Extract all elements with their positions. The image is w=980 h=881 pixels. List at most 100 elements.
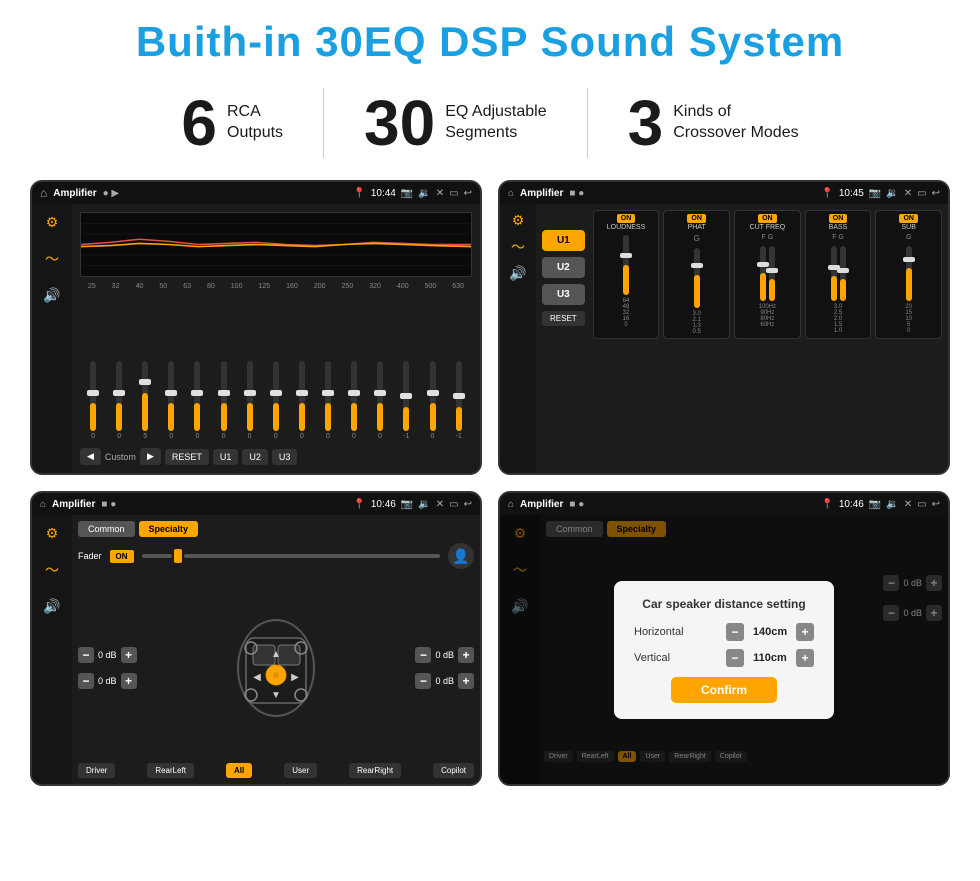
dialog-horizontal-val: 140cm bbox=[750, 626, 790, 638]
eq-slider-3[interactable]: 5 bbox=[142, 361, 148, 440]
status-right-3: 📍 10:46 📷 🔉 ✕ ▭ ↩ bbox=[353, 499, 472, 510]
left-top-minus[interactable]: − bbox=[78, 647, 94, 663]
ch-vals-sub: 20151050 bbox=[905, 304, 912, 334]
eq-slider-10[interactable]: 0 bbox=[325, 361, 331, 440]
back-icon-2: ↩ bbox=[932, 188, 940, 199]
eq-slider-5[interactable]: 0 bbox=[194, 361, 200, 440]
home-icon-1: ⌂ bbox=[40, 186, 47, 200]
tab-specialty-s3[interactable]: Specialty bbox=[139, 521, 199, 537]
ch-slider-cutfreq-f[interactable] bbox=[760, 246, 766, 301]
screen-eq: ⌂ Amplifier ● ▶ 📍 10:44 📷 🔉 ✕ ▭ ↩ ⚙ 〜 🔊 bbox=[30, 180, 482, 475]
eq-slider-7[interactable]: 0 bbox=[247, 361, 253, 440]
left-top-plus[interactable]: + bbox=[121, 647, 137, 663]
dialog-horizontal-ctrl: − 140cm + bbox=[726, 623, 814, 641]
eq-prev-btn[interactable]: ◀ bbox=[80, 448, 101, 465]
speaker-controls-grid: − 0 dB + − 0 dB + bbox=[78, 577, 474, 759]
cam-icon-1: 📷 bbox=[401, 188, 413, 199]
ch-vals-bass: 3.02.52.01.51.0 bbox=[834, 304, 842, 334]
rearright-btn[interactable]: RearRight bbox=[349, 763, 401, 778]
u2-btn[interactable]: U2 bbox=[542, 257, 585, 278]
eq-sidebar-icon[interactable]: ⚙ bbox=[46, 214, 59, 231]
home-icon-4: ⌂ bbox=[508, 499, 514, 510]
eq-slider-6[interactable]: 0 bbox=[221, 361, 227, 440]
screen2-right: U1 U2 U3 RESET ON LOUDNESS bbox=[536, 204, 948, 473]
wave-icon-s3[interactable]: 〜 bbox=[45, 560, 59, 580]
u1-btn[interactable]: U1 bbox=[542, 230, 585, 251]
dialog-horizontal-plus[interactable]: + bbox=[796, 623, 814, 641]
eq-u1-btn[interactable]: U1 bbox=[213, 449, 239, 465]
status-right-2: 📍 10:45 📷 🔉 ✕ ▭ ↩ bbox=[821, 188, 940, 199]
eq-next-btn[interactable]: ▶ bbox=[140, 448, 161, 465]
eq-u3-btn[interactable]: U3 bbox=[272, 449, 298, 465]
user-avatar: 👤 bbox=[448, 543, 474, 569]
right-bottom-minus[interactable]: − bbox=[415, 673, 431, 689]
vol-icon-s3[interactable]: 🔊 bbox=[43, 598, 60, 615]
left-bottom-val: 0 dB bbox=[98, 676, 117, 686]
dialog-box: Car speaker distance setting Horizontal … bbox=[614, 581, 834, 719]
cam-icon-2: 📷 bbox=[869, 188, 881, 199]
dialog-horizontal-minus[interactable]: − bbox=[726, 623, 744, 641]
stat-crossover: 3 Kinds ofCrossover Modes bbox=[588, 91, 839, 155]
ch-on-cutfreq: ON bbox=[758, 214, 777, 223]
wave-icon-s2[interactable]: 〜 bbox=[511, 237, 525, 257]
left-bottom-minus[interactable]: − bbox=[78, 673, 94, 689]
all-btn[interactable]: All bbox=[226, 763, 252, 778]
x-icon-4: ✕ bbox=[904, 499, 912, 510]
eq-slider-9[interactable]: 0 bbox=[299, 361, 305, 440]
copilot-btn[interactable]: Copilot bbox=[433, 763, 474, 778]
eq-slider-11[interactable]: 0 bbox=[351, 361, 357, 440]
eq-reset-btn[interactable]: RESET bbox=[165, 449, 209, 465]
eq-slider-4[interactable]: 0 bbox=[168, 361, 174, 440]
ch-slider-phat[interactable] bbox=[694, 248, 700, 308]
home-icon-2: ⌂ bbox=[508, 188, 514, 199]
ch-slider-bass-g[interactable] bbox=[840, 246, 846, 301]
vol-icon-s2[interactable]: 🔊 bbox=[509, 265, 526, 282]
eq-u2-btn[interactable]: U2 bbox=[242, 449, 268, 465]
eq-slider-2[interactable]: 0 bbox=[116, 361, 122, 440]
right-top-minus[interactable]: − bbox=[415, 647, 431, 663]
eq-slider-12[interactable]: 0 bbox=[377, 361, 383, 440]
eq-freq-labels: 25 32 40 50 63 80 100 125 160 200 250 32… bbox=[80, 283, 472, 290]
eq-icon-s2[interactable]: ⚙ bbox=[512, 212, 525, 229]
screen1-content: ⚙ 〜 🔊 bbox=[32, 204, 480, 473]
right-top-plus[interactable]: + bbox=[458, 647, 474, 663]
eq-slider-14[interactable]: 0 bbox=[430, 361, 436, 440]
status-bar-3: ⌂ Amplifier ■ ● 📍 10:46 📷 🔉 ✕ ▭ ↩ bbox=[32, 493, 480, 515]
dialog-confirm-btn[interactable]: Confirm bbox=[671, 677, 777, 703]
app-title-4: Amplifier bbox=[520, 499, 563, 510]
user-btn-s3[interactable]: User bbox=[284, 763, 317, 778]
eq-slider-15[interactable]: -1 bbox=[456, 361, 462, 440]
fader-on-btn[interactable]: ON bbox=[110, 550, 134, 563]
svg-text:▼: ▼ bbox=[271, 690, 281, 701]
crossover-reset-btn[interactable]: RESET bbox=[542, 311, 585, 326]
car-diagram-svg: ▲ ▼ ◀ ▶ bbox=[231, 613, 321, 723]
svg-text:◀: ◀ bbox=[253, 672, 261, 683]
eq-icon-s3[interactable]: ⚙ bbox=[46, 525, 59, 542]
eq-slider-1[interactable]: 0 bbox=[90, 361, 96, 440]
eq-main: 25 32 40 50 63 80 100 125 160 200 250 32… bbox=[72, 204, 480, 473]
x-icon-2: ✕ bbox=[904, 188, 912, 199]
u3-btn[interactable]: U3 bbox=[542, 284, 585, 305]
eq-slider-13[interactable]: -1 bbox=[403, 361, 409, 440]
dots-icon-3: ■ ● bbox=[101, 499, 116, 510]
ch-slider-cutfreq-g[interactable] bbox=[769, 246, 775, 301]
dot-icon-1: ● ▶ bbox=[103, 188, 120, 199]
dialog-vertical-minus[interactable]: − bbox=[726, 649, 744, 667]
dialog-vertical-plus[interactable]: + bbox=[796, 649, 814, 667]
eq-slider-8[interactable]: 0 bbox=[273, 361, 279, 440]
tab-common-s3[interactable]: Common bbox=[78, 521, 135, 537]
dots-icon-2: ■ ● bbox=[569, 188, 584, 199]
dialog-overlay: Car speaker distance setting Horizontal … bbox=[500, 515, 948, 784]
vol-sidebar-icon[interactable]: 🔊 bbox=[43, 287, 60, 304]
rearleft-btn[interactable]: RearLeft bbox=[147, 763, 194, 778]
ch-slider-sub[interactable] bbox=[906, 246, 912, 301]
ch-slider-loudness[interactable] bbox=[623, 235, 629, 295]
user-col: U1 U2 U3 RESET bbox=[542, 210, 585, 467]
ch-slider-bass-f[interactable] bbox=[831, 246, 837, 301]
left-bottom-plus[interactable]: + bbox=[121, 673, 137, 689]
right-bottom-plus[interactable]: + bbox=[458, 673, 474, 689]
app-title-2: Amplifier bbox=[520, 188, 563, 199]
right-controls: − 0 dB + − 0 dB + bbox=[415, 577, 474, 759]
driver-btn[interactable]: Driver bbox=[78, 763, 115, 778]
wave-sidebar-icon[interactable]: 〜 bbox=[45, 249, 59, 269]
